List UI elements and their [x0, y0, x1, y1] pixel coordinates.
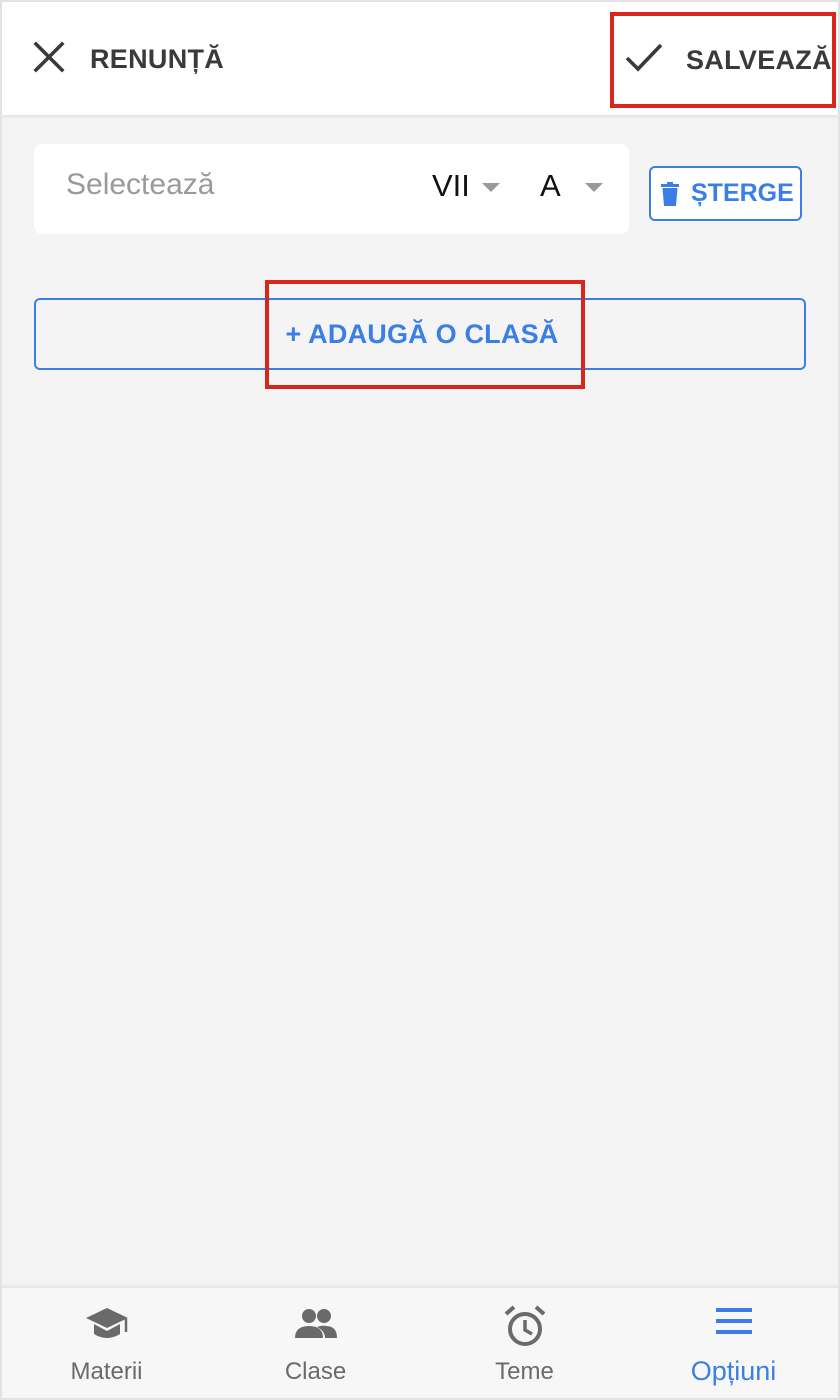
check-icon — [624, 41, 664, 80]
nav-item-materii[interactable]: Materii — [2, 1288, 211, 1398]
trash-icon — [661, 181, 679, 206]
dropdown-arrow-icon — [481, 182, 500, 192]
class-row: Selectează VII A — [34, 144, 629, 234]
app-screen: RENUNȚĂ SALVEAZĂ Selectează VII A ȘTERGE… — [0, 0, 840, 1400]
letter-value: A — [540, 168, 561, 203]
cancel-label: RENUNȚĂ — [90, 43, 225, 74]
nav-item-optiuni[interactable]: Opțiuni — [629, 1288, 838, 1398]
save-label: SALVEAZĂ — [686, 44, 832, 75]
grade-select[interactable]: VII — [432, 168, 500, 204]
cancel-button[interactable]: RENUNȚĂ — [32, 30, 224, 88]
letter-select[interactable]: A — [540, 168, 603, 204]
subject-select[interactable]: Selectează — [66, 168, 214, 202]
menu-icon — [629, 1304, 838, 1348]
people-icon — [211, 1304, 420, 1348]
nav-label: Materii — [70, 1358, 143, 1385]
bottom-nav: Materii Clase Teme Opțiuni — [2, 1287, 838, 1398]
nav-label: Teme — [495, 1358, 554, 1385]
nav-item-teme[interactable]: Teme — [420, 1288, 629, 1398]
save-button[interactable]: SALVEAZĂ — [610, 12, 836, 108]
nav-item-clase[interactable]: Clase — [211, 1288, 420, 1398]
highlight-box — [265, 280, 585, 389]
delete-button[interactable]: ȘTERGE — [649, 166, 802, 221]
top-bar: RENUNȚĂ SALVEAZĂ — [2, 2, 838, 115]
delete-label: ȘTERGE — [691, 179, 794, 207]
nav-label: Opțiuni — [690, 1356, 777, 1386]
dropdown-arrow-icon — [584, 182, 603, 192]
grade-value: VII — [432, 168, 470, 203]
graduation-cap-icon — [2, 1304, 211, 1348]
nav-label: Clase — [284, 1358, 347, 1385]
alarm-clock-icon — [420, 1304, 629, 1348]
close-icon — [32, 40, 66, 79]
